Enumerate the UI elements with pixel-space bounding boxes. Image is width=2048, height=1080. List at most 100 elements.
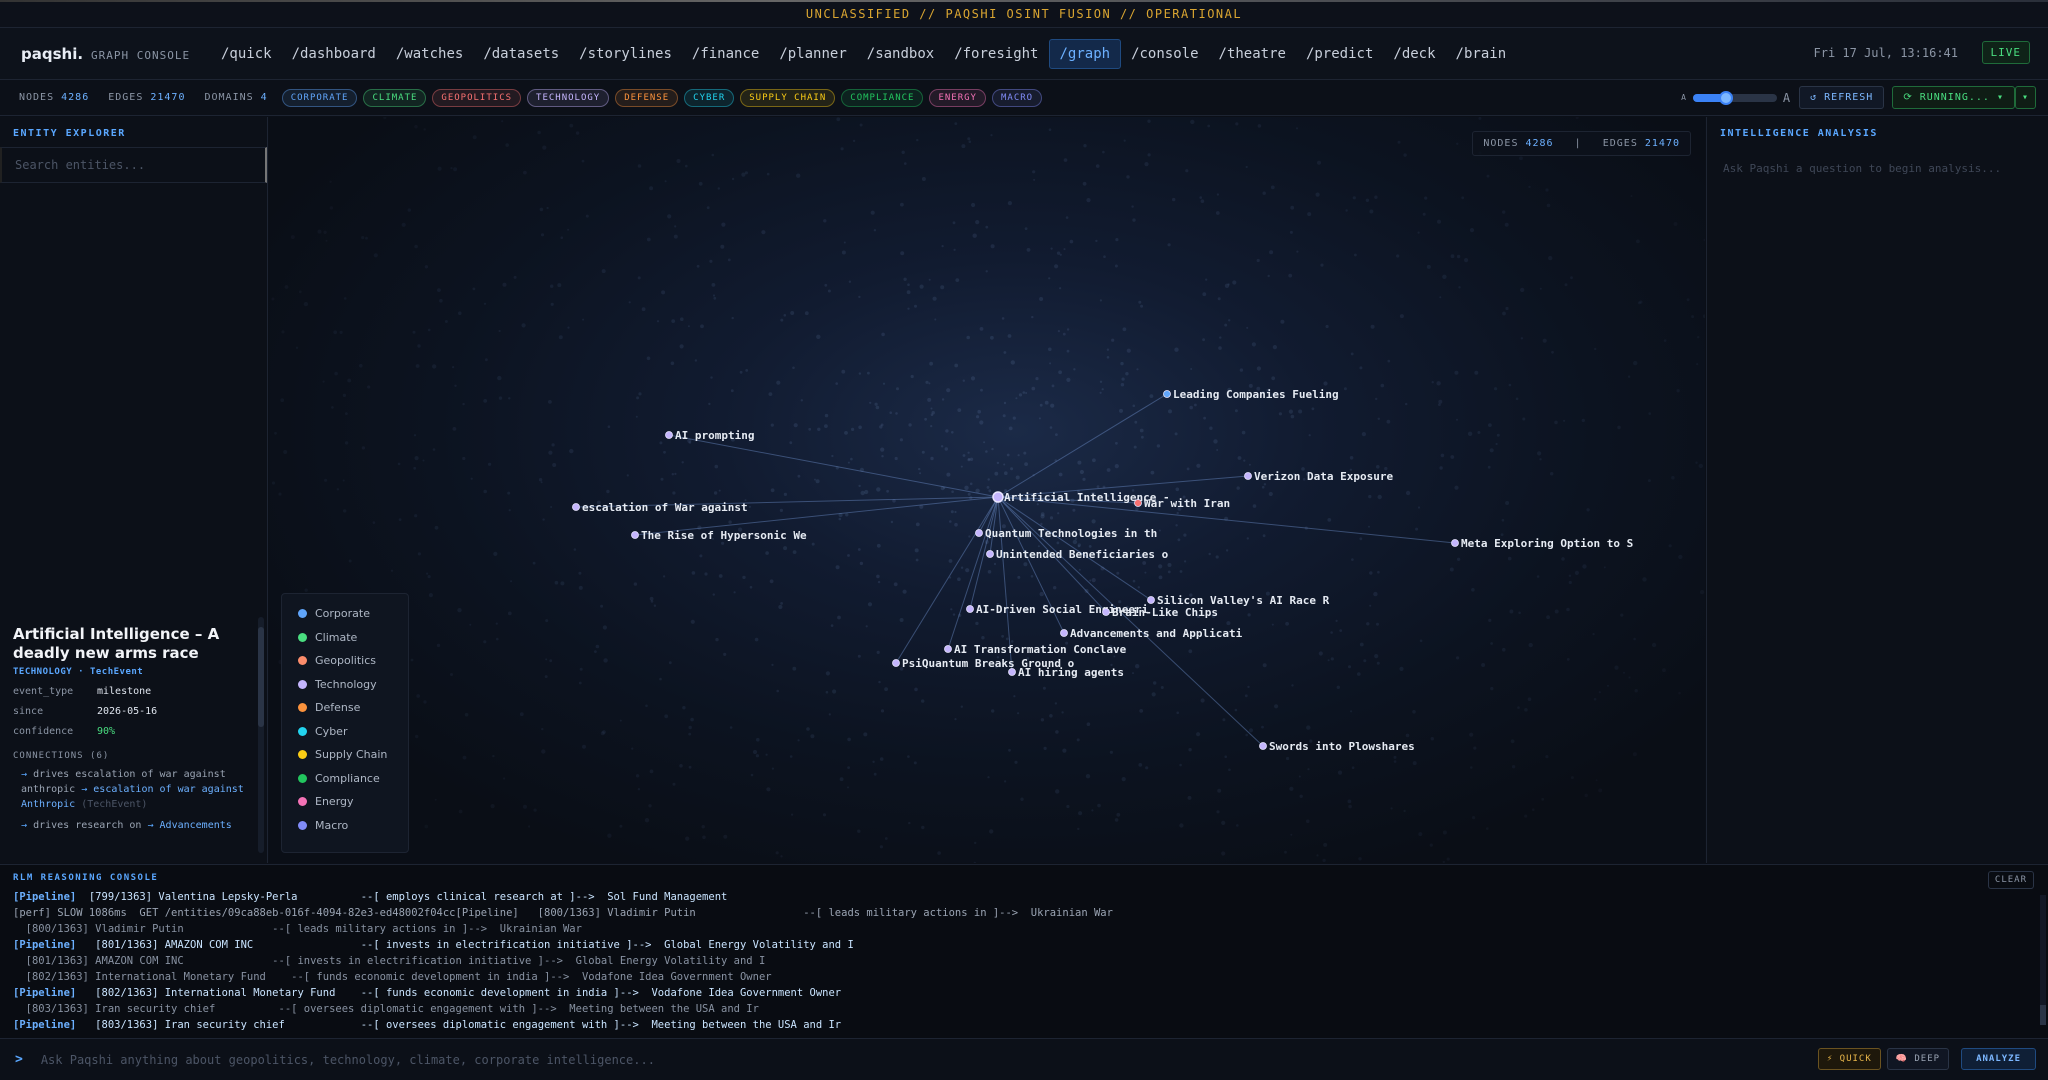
clear-console-button[interactable]: CLEAR — [1987, 871, 2034, 889]
node-dot[interactable] — [1134, 499, 1142, 507]
chip-cyber[interactable]: CYBER — [684, 88, 735, 107]
nav-finance[interactable]: /finance — [682, 40, 769, 68]
connection-target-link[interactable]: Advancements — [160, 820, 232, 831]
graph-node[interactable]: Unintended Beneficiaries o — [986, 548, 1169, 561]
nav-brain[interactable]: /brain — [1446, 40, 1517, 68]
graph-node[interactable]: AI prompting — [665, 429, 755, 442]
legend-technology[interactable]: Technology — [298, 673, 392, 697]
bg-node — [837, 615, 841, 620]
graph-node[interactable]: Meta Exploring Option to S — [1451, 537, 1634, 550]
legend-compliance[interactable]: Compliance — [298, 767, 392, 791]
nav-theatre[interactable]: /theatre — [1209, 40, 1296, 68]
slider-track[interactable] — [1692, 90, 1777, 105]
chip-macro[interactable]: MACRO — [991, 88, 1043, 107]
nav-sandbox[interactable]: /sandbox — [857, 40, 944, 68]
bg-node — [663, 575, 666, 578]
node-dot[interactable] — [1060, 629, 1068, 637]
chip-energy[interactable]: ENERGY — [929, 88, 986, 107]
nav-quick[interactable]: /quick — [211, 40, 282, 68]
bg-node — [1473, 746, 1477, 750]
node-dot[interactable] — [975, 529, 983, 537]
legend-geopolitics[interactable]: Geopolitics — [298, 649, 392, 673]
legend-energy[interactable]: Energy — [298, 790, 392, 814]
running-button[interactable]: ⟳ RUNNING... ▾ — [1892, 86, 2015, 109]
connection-item[interactable]: → drives research on → Advancements — [13, 818, 247, 833]
detail-scroll-thumb[interactable] — [258, 627, 264, 727]
node-dot[interactable] — [966, 605, 974, 613]
legend-cyber[interactable]: Cyber — [298, 720, 392, 744]
nav-watches[interactable]: /watches — [386, 40, 473, 68]
slider-handle[interactable] — [1719, 90, 1734, 105]
graph-node[interactable]: The Rise of Hypersonic We — [631, 529, 807, 542]
nav-predict[interactable]: /predict — [1296, 40, 1383, 68]
bg-node — [1099, 299, 1102, 302]
legend-climate[interactable]: Climate — [298, 626, 392, 650]
graph-node[interactable]: Verizon Data Exposure — [1244, 470, 1394, 483]
chip-corporate[interactable]: CORPORATE — [281, 88, 358, 107]
chip-geopolitics[interactable]: GEOPOLITICS — [432, 88, 522, 107]
refresh-button[interactable]: ↺ REFRESH — [1799, 86, 1885, 109]
nav-dashboard[interactable]: /dashboard — [282, 40, 386, 68]
node-dot[interactable] — [892, 659, 900, 667]
nav-graph[interactable]: /graph — [1048, 38, 1122, 69]
node-dot[interactable] — [944, 645, 952, 653]
console-scroll-thumb[interactable] — [2040, 1005, 2046, 1025]
nav-deck[interactable]: /deck — [1383, 40, 1445, 68]
nav-datasets[interactable]: /datasets — [473, 40, 569, 68]
node-dot[interactable] — [631, 531, 639, 539]
graph-node[interactable]: Brain-Like Chips — [1102, 606, 1218, 619]
node-dot[interactable] — [992, 491, 1004, 503]
command-input[interactable] — [40, 1046, 1461, 1073]
quick-mode-button[interactable]: ⚡ QUICK — [1817, 1048, 1881, 1070]
node-dot[interactable] — [1008, 668, 1016, 676]
legend-supply-chain[interactable]: Supply Chain — [298, 743, 392, 767]
chip-climate[interactable]: CLIMATE — [363, 88, 427, 107]
graph-svg[interactable]: Artificial Intelligence -Leading Compani… — [269, 117, 1705, 863]
node-dot[interactable] — [1163, 390, 1171, 398]
deep-mode-button[interactable]: 🧠 DEEP — [1886, 1048, 1950, 1070]
chip-compliance[interactable]: COMPLIANCE — [841, 88, 924, 107]
bg-node — [453, 167, 458, 172]
node-dot[interactable] — [986, 550, 994, 558]
node-dot[interactable] — [1259, 742, 1267, 750]
bg-node — [930, 425, 933, 428]
detail-scrollbar[interactable] — [258, 617, 264, 853]
connection-item[interactable]: → drives escalation of war against anthr… — [13, 767, 247, 812]
graph-node[interactable]: AI hiring agents — [1008, 666, 1124, 679]
running-dropdown-button[interactable]: ▾ — [2014, 86, 2036, 109]
brand[interactable]: paqshi. GRAPH CONSOLE — [21, 45, 199, 63]
graph-node[interactable]: escalation of War against — [572, 501, 748, 514]
nav-storylines[interactable]: /storylines — [569, 40, 682, 68]
graph-canvas[interactable]: Artificial Intelligence - Leading Compani… — [269, 117, 1705, 863]
node-dot[interactable] — [1147, 596, 1155, 604]
chip-technology[interactable]: TECHNOLOGY — [527, 88, 610, 107]
graph-node[interactable]: Swords into Plowshares — [1259, 740, 1415, 753]
analyze-button[interactable]: ANALYZE — [1961, 1048, 2036, 1070]
node-dot[interactable] — [572, 503, 580, 511]
node-dot[interactable] — [1451, 539, 1459, 547]
legend-corporate[interactable]: Corporate — [298, 602, 392, 626]
graph-node[interactable]: War with Iran — [1134, 497, 1231, 510]
font-size-slider[interactable]: A A — [1681, 90, 1791, 105]
bg-node — [690, 619, 695, 624]
node-dot[interactable] — [665, 431, 673, 439]
bg-node — [1139, 709, 1144, 713]
chip-supply-chain[interactable]: SUPPLY CHAIN — [740, 88, 836, 107]
bg-node — [1176, 711, 1179, 715]
graph-node[interactable]: Quantum Technologies in th — [975, 527, 1158, 540]
nav-foresight[interactable]: /foresight — [944, 40, 1048, 68]
nav-planner[interactable]: /planner — [769, 40, 856, 68]
legend-macro[interactable]: Macro — [298, 814, 392, 838]
entity-search-input[interactable] — [0, 147, 267, 183]
graph-node[interactable]: AI Transformation Conclave — [944, 643, 1127, 656]
nav-console[interactable]: /console — [1121, 40, 1208, 68]
graph-nodes[interactable]: Artificial Intelligence -Leading Compani… — [572, 388, 1634, 753]
node-dot[interactable] — [1102, 608, 1110, 616]
console-scrollbar[interactable] — [2040, 895, 2046, 1025]
bg-node — [1343, 387, 1347, 391]
legend-defense[interactable]: Defense — [298, 696, 392, 720]
graph-node[interactable]: Advancements and Applicati — [1060, 627, 1243, 640]
node-dot[interactable] — [1244, 472, 1252, 480]
graph-node[interactable]: Leading Companies Fueling — [1163, 388, 1339, 401]
chip-defense[interactable]: DEFENSE — [615, 88, 679, 107]
